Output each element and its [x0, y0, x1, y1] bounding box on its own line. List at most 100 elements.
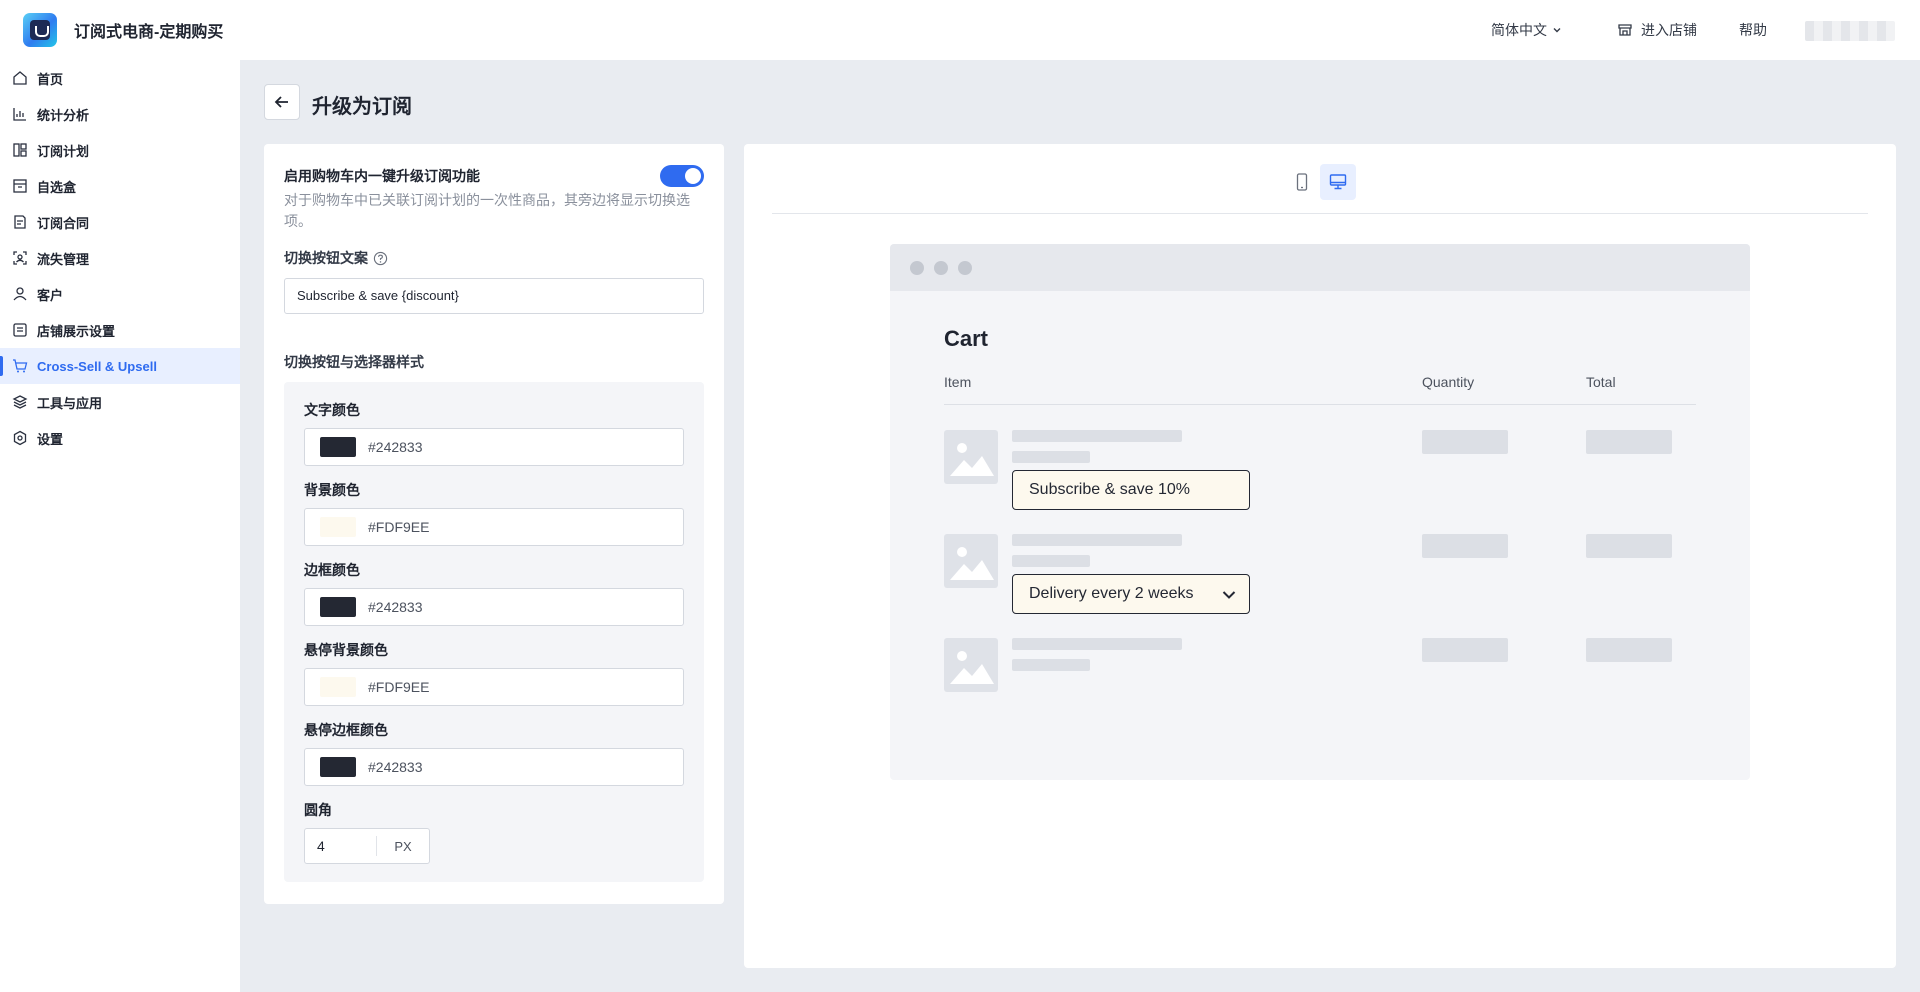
sidebar-item-analytics[interactable]: 统计分析 [0, 96, 240, 132]
radius-unit: PX [394, 838, 412, 854]
home-icon [13, 71, 27, 85]
total-placeholder [1586, 534, 1672, 558]
plan-icon [13, 143, 27, 157]
window-dot [958, 261, 972, 275]
border-color-label: 边框颜色 [304, 562, 360, 578]
hover-border-color-label: 悬停边框颜色 [304, 722, 388, 738]
hover-background-color-label: 悬停背景颜色 [304, 642, 388, 658]
quantity-placeholder [1422, 430, 1508, 454]
subscribe-save-button[interactable]: Subscribe & save 10% [1012, 470, 1250, 510]
column-total: Total [1586, 374, 1616, 390]
sidebar-item-home[interactable]: 首页 [0, 60, 240, 96]
column-item: Item [944, 374, 972, 390]
help-circle-icon[interactable] [373, 251, 388, 266]
enable-upgrade-description: 对于购物车中已关联订阅计划的一次性商品，其旁边将显示切换选项。 [284, 192, 690, 229]
user-avatar[interactable] [1805, 21, 1895, 41]
column-quantity: Quantity [1422, 374, 1475, 390]
product-variant-placeholder [1012, 451, 1090, 463]
user-icon [13, 287, 27, 301]
box-icon [13, 179, 27, 193]
text-color-input[interactable]: #242833 [304, 428, 684, 466]
layers-icon [12, 395, 28, 409]
desktop-preview-button[interactable] [1320, 164, 1356, 200]
radius-input[interactable]: 4 PX [304, 828, 430, 864]
arrow-left-icon [274, 96, 288, 108]
radius-value[interactable]: 4 [305, 836, 377, 856]
hover-border-color-swatch[interactable] [320, 757, 356, 777]
quantity-placeholder [1422, 534, 1508, 558]
sidebar-item-cross-sell[interactable]: Cross-Sell & Upsell [0, 348, 240, 384]
preview-panel: Cart Item Quantity Total Subscribe & sav… [744, 144, 1896, 968]
hover-background-color-input[interactable]: #FDF9EE [304, 668, 684, 706]
style-settings-box: 文字颜色 #242833 背景颜色 #FDF9EE 边框颜色 #242833 悬… [284, 382, 704, 882]
mobile-icon [1296, 173, 1308, 191]
border-color-swatch[interactable] [320, 597, 356, 617]
table-divider [944, 404, 1696, 405]
enter-store-label: 进入店铺 [1641, 22, 1697, 38]
product-image-icon [944, 430, 998, 484]
cart-title: Cart [944, 326, 989, 351]
enter-store-link[interactable]: 进入店铺 [1617, 20, 1697, 40]
enable-upgrade-toggle[interactable] [660, 165, 704, 187]
sidebar-item-plans[interactable]: 订阅计划 [0, 132, 240, 168]
radius-label: 圆角 [304, 802, 332, 818]
language-selector[interactable]: 简体中文 [1491, 20, 1563, 40]
top-bar: 订阅式电商-定期购买 简体中文 进入店铺 帮助 [0, 0, 1920, 60]
settings-panel: 启用购物车内一键升级订阅功能 对于购物车中已关联订阅计划的一次性商品，其旁边将显… [264, 144, 724, 904]
app-logo [23, 13, 57, 47]
settings-icon [13, 430, 27, 446]
churn-icon [13, 251, 27, 265]
enable-upgrade-label: 启用购物车内一键升级订阅功能 [284, 168, 480, 184]
product-name-placeholder [1012, 430, 1182, 442]
toggle-text-label: 切换按钮文案 [284, 248, 388, 268]
chevron-down-icon [1553, 28, 1561, 33]
hover-background-color-swatch[interactable] [320, 677, 356, 697]
sidebar-item-customers[interactable]: 客户 [0, 276, 240, 312]
total-placeholder [1586, 638, 1672, 662]
text-color-label: 文字颜色 [304, 402, 360, 418]
browser-mockup: Cart Item Quantity Total Subscribe & sav… [890, 244, 1750, 780]
background-color-swatch[interactable] [320, 517, 356, 537]
product-image-icon [944, 638, 998, 692]
page-title: 升级为订阅 [312, 96, 412, 118]
chevron-down-icon [1222, 591, 1236, 599]
sidebar-item-box[interactable]: 自选盒 [0, 168, 240, 204]
chart-icon [13, 108, 26, 121]
display-icon [13, 323, 27, 337]
contract-icon [14, 215, 26, 229]
cart-icon [13, 359, 28, 373]
background-color-label: 背景颜色 [304, 482, 360, 498]
sidebar-item-settings[interactable]: 设置 [0, 420, 240, 456]
hover-border-color-input[interactable]: #242833 [304, 748, 684, 786]
product-image-icon [944, 534, 998, 588]
browser-toolbar [890, 244, 1750, 291]
product-name-placeholder [1012, 534, 1182, 546]
back-button[interactable] [264, 84, 300, 120]
window-dot [910, 261, 924, 275]
device-switcher [744, 164, 1896, 200]
text-color-swatch[interactable] [320, 437, 356, 457]
preview-divider [772, 213, 1868, 214]
language-label: 简体中文 [1491, 22, 1547, 38]
window-dot [934, 261, 948, 275]
app-title: 订阅式电商-定期购买 [74, 24, 224, 41]
sidebar: 首页 统计分析 订阅计划 自选盒 订阅合同 流失管理 客户 店铺展示设置 Cro… [0, 60, 240, 992]
sidebar-item-tools[interactable]: 工具与应用 [0, 384, 240, 420]
product-variant-placeholder [1012, 555, 1090, 567]
mobile-preview-button[interactable] [1284, 164, 1320, 200]
sidebar-item-store-display[interactable]: 店铺展示设置 [0, 312, 240, 348]
desktop-icon [1329, 174, 1347, 190]
toggle-text-input[interactable]: Subscribe & save {discount} [284, 278, 704, 314]
background-color-input[interactable]: #FDF9EE [304, 508, 684, 546]
quantity-placeholder [1422, 638, 1508, 662]
delivery-frequency-select[interactable]: Delivery every 2 weeks [1012, 574, 1250, 614]
product-variant-placeholder [1012, 659, 1090, 671]
sidebar-item-contracts[interactable]: 订阅合同 [0, 204, 240, 240]
product-name-placeholder [1012, 638, 1182, 650]
total-placeholder [1586, 430, 1672, 454]
help-link[interactable]: 帮助 [1739, 20, 1767, 40]
style-section-label: 切换按钮与选择器样式 [284, 354, 424, 370]
sidebar-item-churn[interactable]: 流失管理 [0, 240, 240, 276]
border-color-input[interactable]: #242833 [304, 588, 684, 626]
store-icon [1618, 24, 1632, 36]
